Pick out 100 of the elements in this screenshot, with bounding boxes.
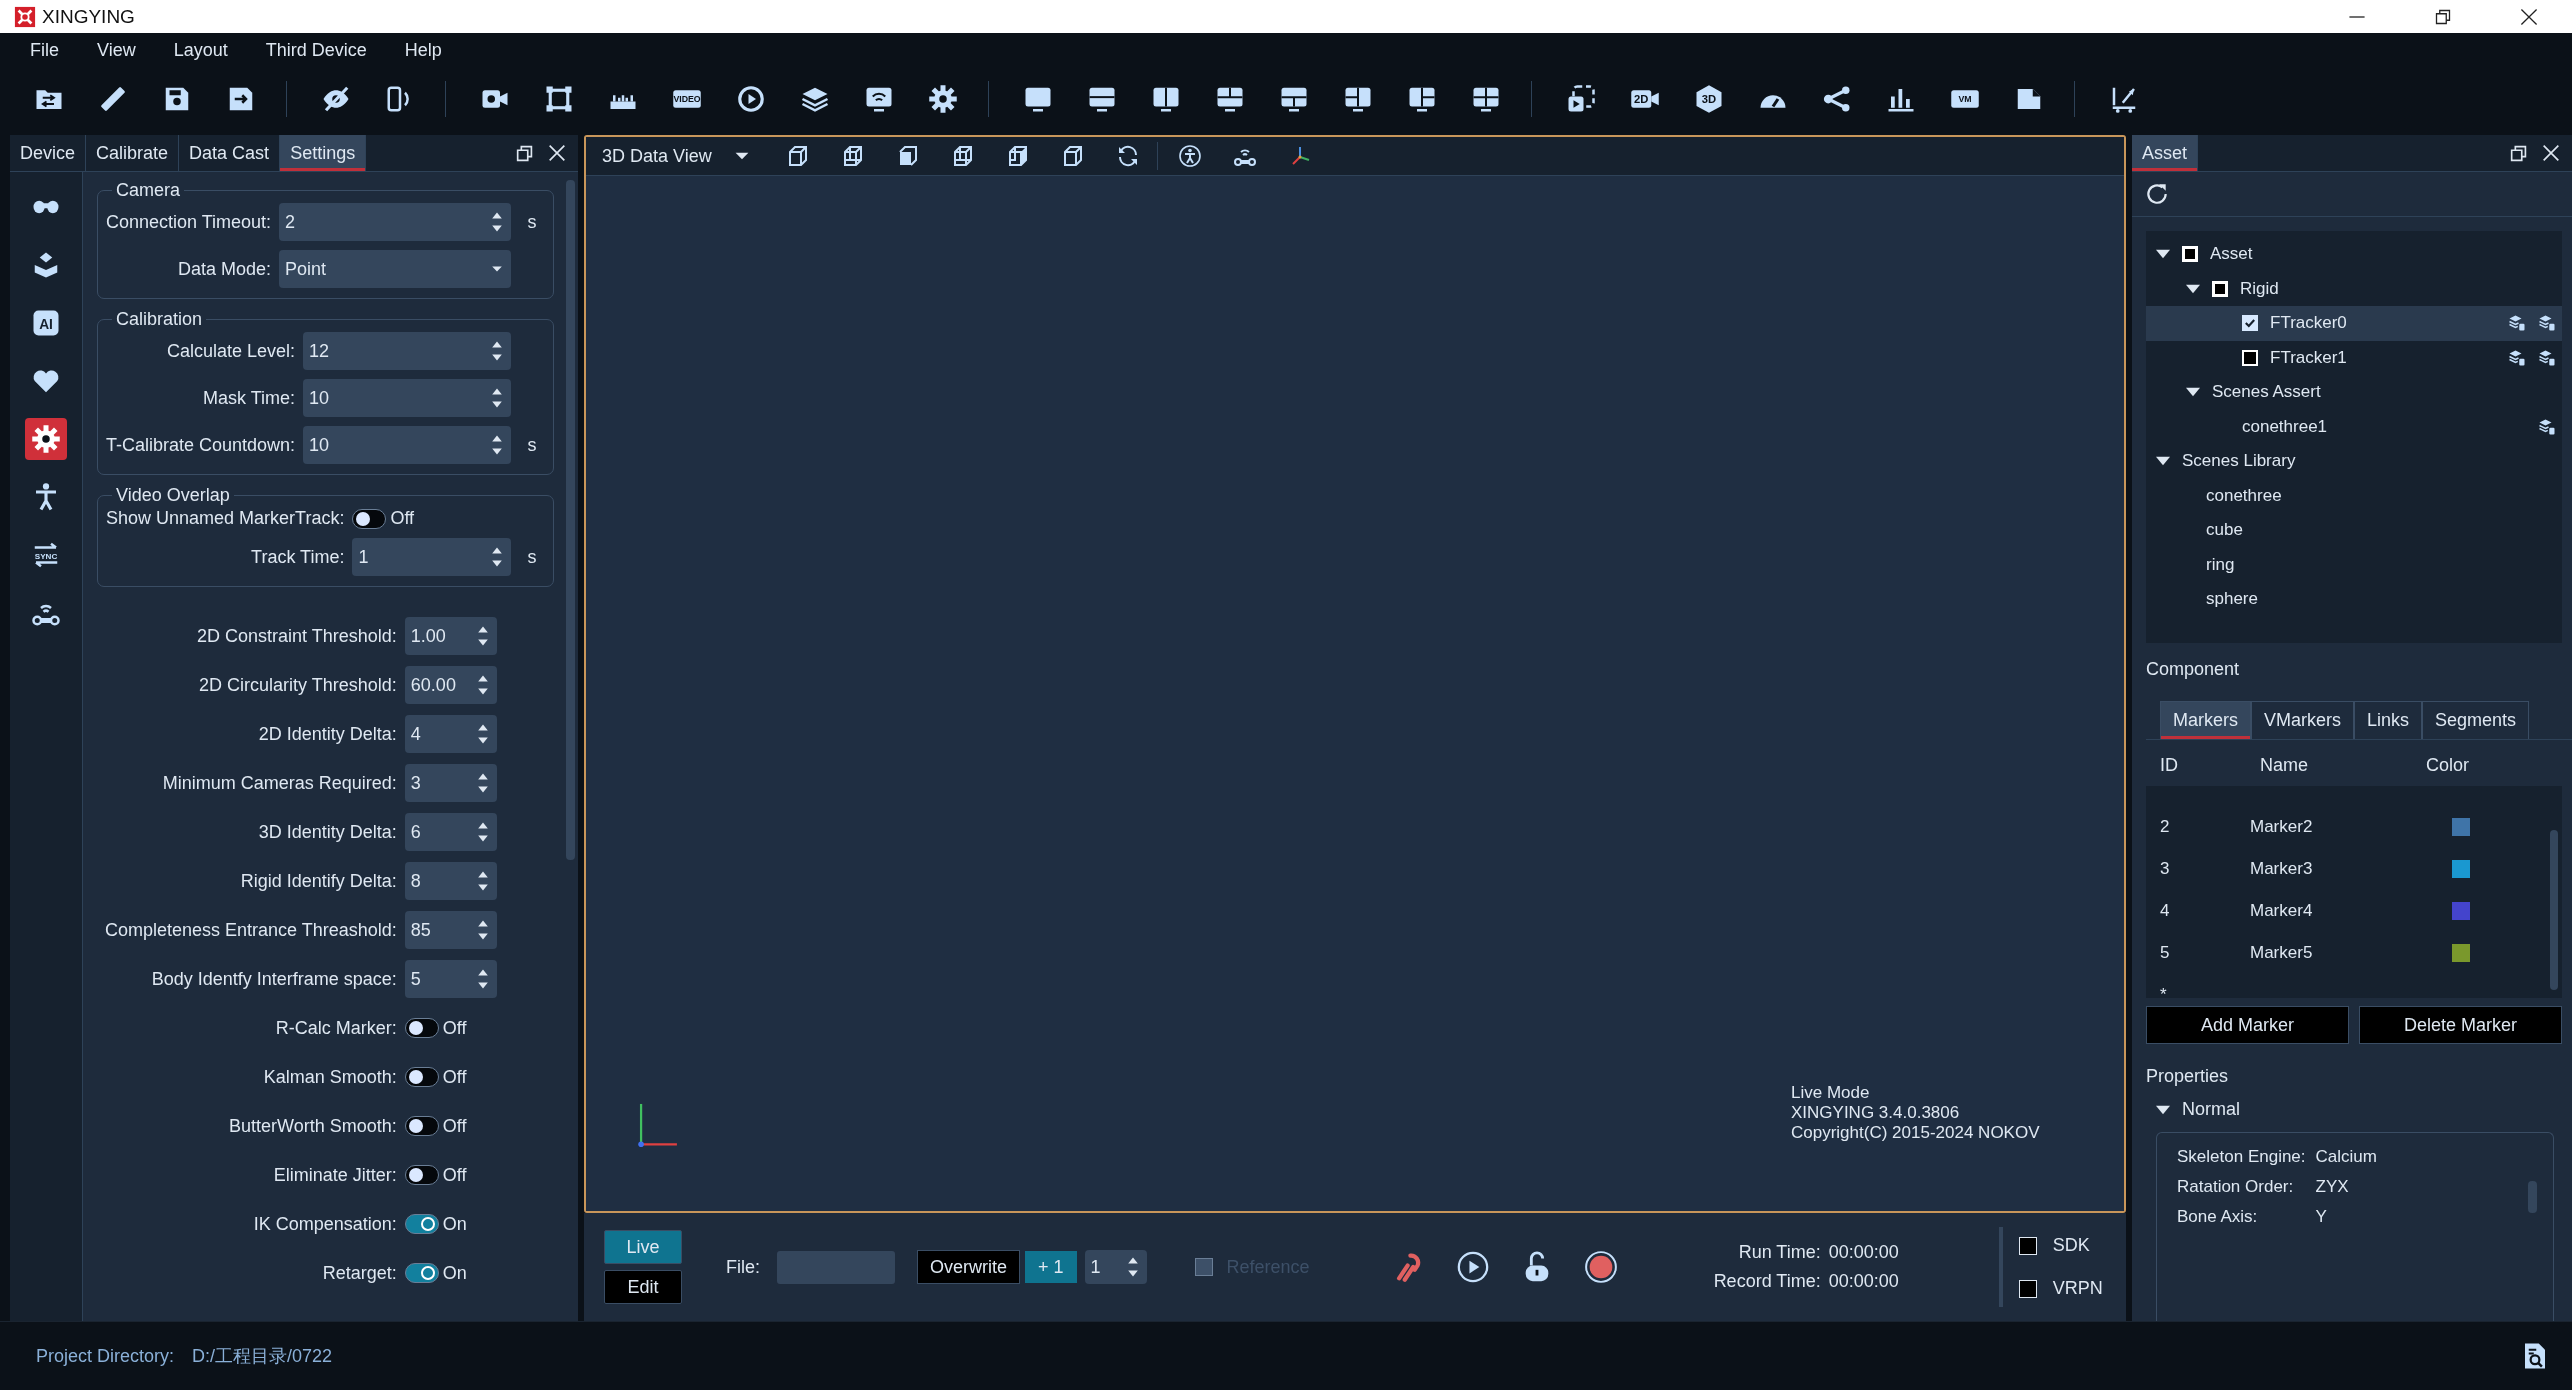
spin-field[interactable]: 12 (303, 332, 511, 370)
scrollbar[interactable] (2550, 830, 2558, 990)
spin-arrows-icon[interactable] (491, 386, 503, 410)
color-swatch[interactable] (2452, 818, 2470, 836)
close-icon[interactable] (2540, 142, 2562, 164)
increment-button[interactable]: + 1 (1025, 1251, 1077, 1283)
tree-item[interactable]: Scenes Library (2146, 444, 2562, 479)
spin-arrows-icon[interactable] (476, 771, 489, 795)
component-tab[interactable]: Markers (2160, 701, 2251, 739)
person-circle-icon[interactable] (1177, 144, 1202, 168)
dropdown-field[interactable]: Point (279, 250, 511, 288)
view-dropdown[interactable]: 3D Data View (602, 145, 750, 167)
menu-item[interactable]: Third Device (265, 40, 367, 61)
settings-icon[interactable] (25, 418, 67, 460)
spin-field[interactable]: 5 (404, 960, 497, 998)
panel-tab[interactable]: Calibrate (86, 135, 180, 171)
panel-tab[interactable]: Settings (280, 135, 367, 171)
spin-field[interactable]: 4 (404, 715, 497, 753)
tree-item[interactable]: ring (2146, 547, 2562, 582)
spin-arrows-icon[interactable] (476, 722, 489, 746)
spin-field[interactable]: 8 (404, 862, 497, 900)
spin-arrows-icon[interactable] (491, 433, 503, 457)
color-swatch[interactable] (2452, 944, 2470, 962)
panel-tab[interactable]: Device (10, 135, 87, 171)
toggle-switch[interactable] (404, 1214, 439, 1234)
menu-item[interactable]: Layout (173, 40, 228, 61)
tree-item[interactable]: FTracker1 (2146, 340, 2562, 375)
spin-field[interactable]: 10 (303, 426, 511, 464)
marker-button[interactable]: Delete Marker (2359, 1006, 2562, 1044)
mode-button[interactable]: Live (604, 1230, 682, 1264)
spin-arrows-icon[interactable] (491, 339, 503, 363)
share-icon[interactable] (1822, 84, 1852, 114)
toggle-switch[interactable] (404, 1116, 439, 1136)
spin-arrows-icon[interactable] (476, 673, 489, 697)
frame-play-icon[interactable] (1566, 84, 1596, 114)
mode-button[interactable]: Edit (604, 1270, 682, 1304)
spin-arrows-icon[interactable] (476, 967, 489, 991)
3d-viewport[interactable]: Live Mode XINGYING 3.4.0.3806 Copyright(C) 2015-2024 NOKOV (586, 176, 2124, 1211)
spin-arrows-icon[interactable] (491, 545, 503, 569)
toggle-switch[interactable] (404, 1165, 439, 1185)
toggle-switch[interactable] (404, 1263, 439, 1283)
spin-field[interactable]: 1.00 (404, 617, 497, 655)
menu-item[interactable]: View (97, 40, 136, 61)
section-toggle[interactable]: Normal (2156, 1099, 2572, 1120)
status-label: Project Directory: (36, 1345, 175, 1367)
scrollbar[interactable] (566, 180, 575, 860)
spin-field[interactable]: 6 (404, 813, 497, 851)
tree-item[interactable]: FTracker0 (2146, 306, 2562, 341)
play-icon[interactable] (1455, 1250, 1490, 1284)
tree-item[interactable]: cube (2146, 513, 2562, 548)
count-field[interactable]: 1 (1084, 1250, 1147, 1284)
stack-icon[interactable] (2538, 348, 2556, 367)
spin-arrows-icon[interactable] (491, 210, 503, 234)
tree-item[interactable]: conethree1 (2146, 409, 2562, 444)
tree-item[interactable]: Rigid (2146, 271, 2562, 306)
spin-field[interactable]: 2 (279, 203, 511, 241)
spin-arrows-icon[interactable] (1126, 1255, 1139, 1279)
overwrite-button[interactable]: Overwrite (917, 1250, 1021, 1284)
close-icon[interactable] (546, 142, 568, 164)
menu-item[interactable]: Help (404, 40, 442, 61)
stack-icon[interactable] (2508, 348, 2526, 367)
frame-icon[interactable] (544, 84, 574, 114)
spin-arrows-icon[interactable] (476, 869, 489, 893)
record-icon[interactable] (1583, 1250, 1618, 1284)
eye-off-icon[interactable] (321, 84, 351, 114)
spin-arrows-icon[interactable] (476, 820, 489, 844)
spin-field[interactable]: 1 (352, 538, 511, 576)
stack-icon[interactable] (2538, 314, 2556, 333)
file-field[interactable] (777, 1250, 895, 1284)
spin-field[interactable]: 85 (404, 911, 497, 949)
stack-icon[interactable] (2508, 314, 2526, 333)
component-tab[interactable]: VMarkers (2251, 701, 2355, 739)
play-circle-icon[interactable] (736, 84, 766, 114)
spin-arrows-icon[interactable] (476, 624, 489, 648)
property-label: Skeleton Engine: (2177, 1147, 2306, 1167)
panel-tab[interactable]: Asset (2132, 135, 2199, 171)
menu-item[interactable]: File (30, 40, 59, 61)
toggle-switch[interactable] (352, 508, 387, 529)
spin-field[interactable]: 3 (404, 764, 497, 802)
tree-item[interactable]: Asset (2146, 237, 2562, 272)
tree-item[interactable]: Scenes Assert (2146, 375, 2562, 410)
tree-item[interactable]: sphere (2146, 582, 2562, 617)
settings-icon[interactable] (928, 84, 958, 114)
marker-button[interactable]: Add Marker (2146, 1006, 2349, 1044)
color-swatch[interactable] (2452, 860, 2470, 878)
component-tab[interactable]: Segments (2422, 701, 2530, 739)
tree-item[interactable]: conethree (2146, 478, 2562, 513)
column-header: ID (2159, 755, 2179, 776)
stack-icon[interactable] (2538, 417, 2556, 436)
color-swatch[interactable] (2452, 902, 2470, 920)
refresh-icon[interactable] (2144, 181, 2170, 207)
spin-field[interactable]: 60.00 (404, 666, 497, 704)
scrollbar[interactable] (2528, 1181, 2537, 1213)
hexagon-icon[interactable]: 3D (1694, 84, 1724, 114)
table-cell-text: * (2159, 985, 2168, 1005)
spin-arrows-icon[interactable] (476, 918, 489, 942)
toggle-switch[interactable] (404, 1018, 439, 1038)
spin-field[interactable]: 10 (303, 379, 511, 417)
component-tab[interactable]: Links (2354, 701, 2423, 739)
toggle-switch[interactable] (404, 1067, 439, 1087)
